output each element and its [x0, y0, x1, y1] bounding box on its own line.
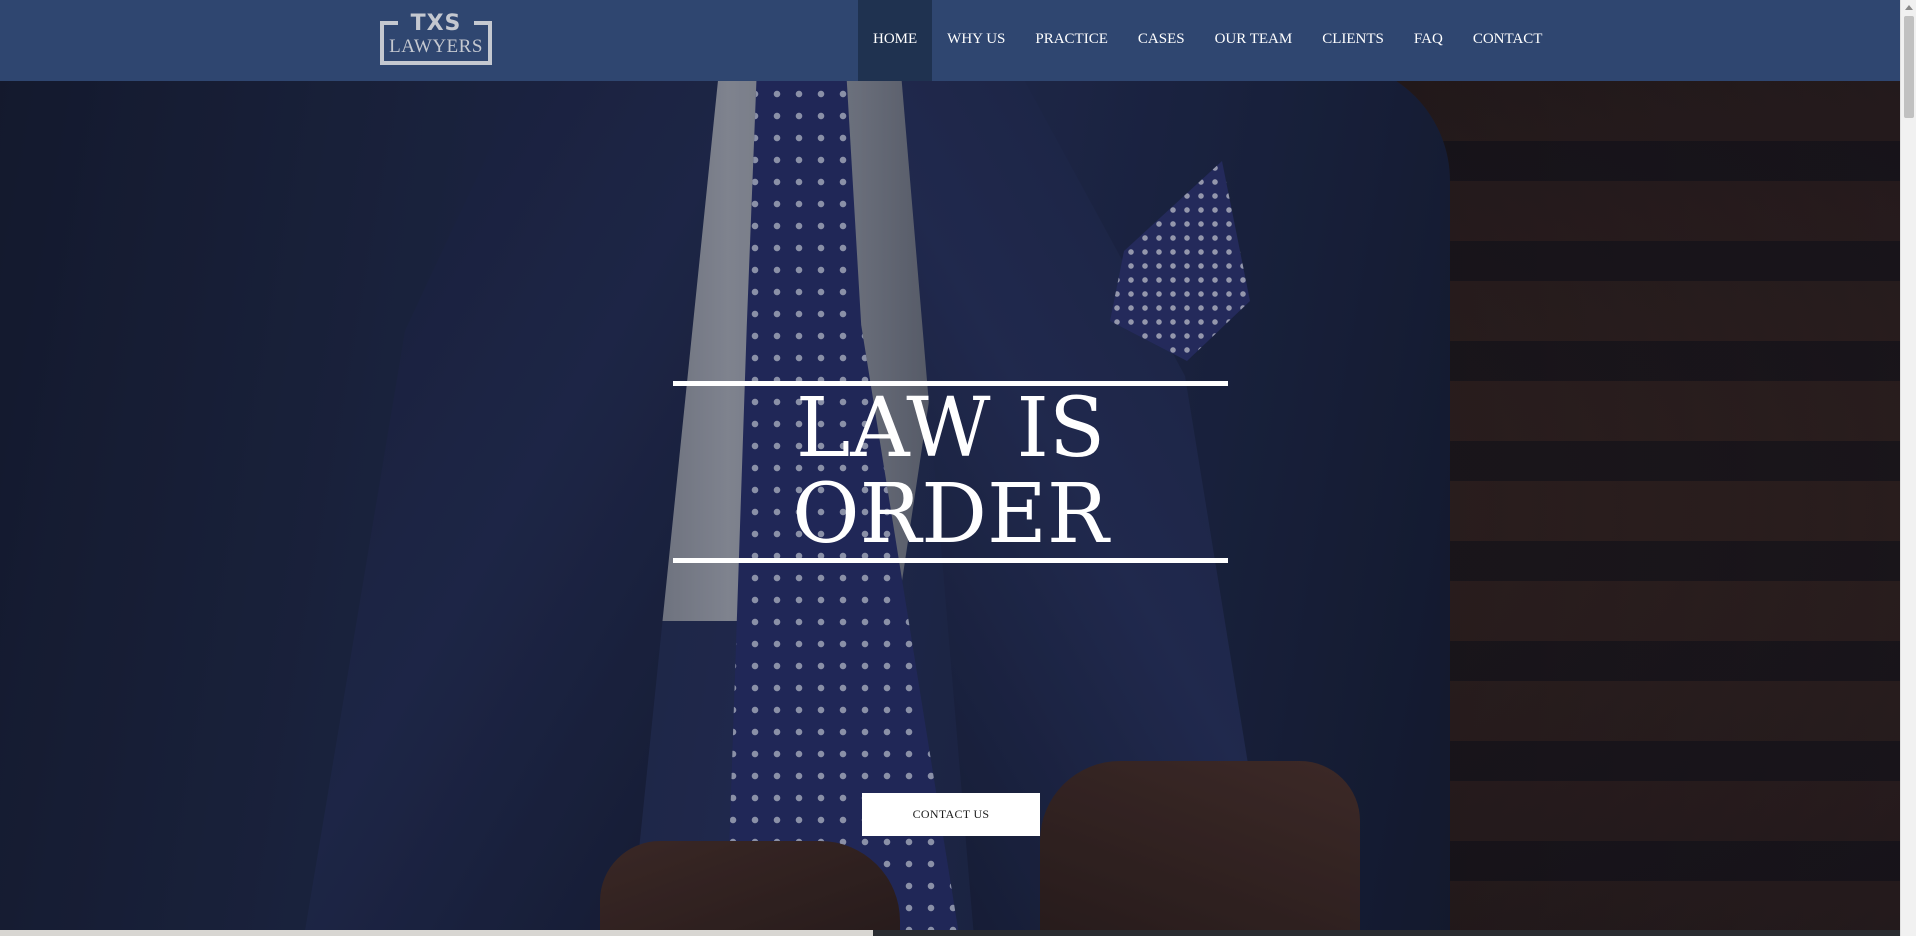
nav-item-faq[interactable]: FAQ [1399, 0, 1458, 81]
vertical-scrollbar[interactable] [1900, 0, 1916, 936]
site-header: TXS LAWYERS HOME WHY US PRACTICE CASES O… [0, 0, 1900, 81]
hero-section: LAW IS ORDER CONTACT US [0, 81, 1900, 930]
nav-item-home[interactable]: HOME [858, 0, 933, 81]
hero-headline-line2: ORDER [792, 467, 1109, 562]
bottom-strip-dark [873, 930, 1900, 936]
logo-line2: LAWYERS [389, 36, 483, 57]
scroll-up-arrow-icon[interactable] [1905, 5, 1913, 10]
nav-item-clients[interactable]: CLIENTS [1307, 0, 1399, 81]
hero-headline: LAW IS ORDER [673, 386, 1228, 558]
contact-us-button[interactable]: CONTACT US [862, 793, 1040, 836]
nav-item-contact[interactable]: CONTACT [1458, 0, 1558, 81]
hero-headline-line1: LAW IS [795, 381, 1106, 476]
scrollbar-thumb[interactable] [1904, 16, 1914, 118]
nav-item-cases[interactable]: CASES [1123, 0, 1200, 81]
txs-lawyers-logo[interactable]: TXS LAWYERS [380, 11, 492, 65]
nav-item-practice[interactable]: PRACTICE [1020, 0, 1123, 81]
page: TXS LAWYERS HOME WHY US PRACTICE CASES O… [0, 0, 1916, 936]
nav-item-our-team[interactable]: OUR TEAM [1200, 0, 1308, 81]
main-nav: HOME WHY US PRACTICE CASES OUR TEAM CLIE… [858, 0, 1557, 81]
hero-headline-box: LAW IS ORDER [673, 381, 1228, 563]
logo-line1: TXS [410, 11, 462, 36]
nav-item-why-us[interactable]: WHY US [932, 0, 1020, 81]
